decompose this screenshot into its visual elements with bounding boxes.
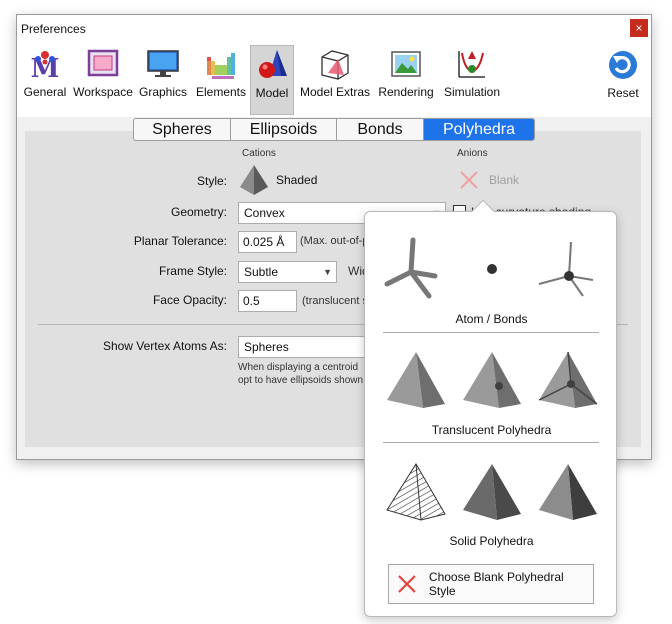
general-icon: M [31,51,59,81]
tool-rendering[interactable]: Rendering [376,45,436,115]
group-translucent-label: Translucent Polyhedra [431,423,552,437]
red-x-icon [398,575,416,593]
tool-graphics[interactable]: Graphics [138,45,188,115]
reset-label: Reset [607,86,639,100]
tool-workspace-label: Workspace [73,85,133,99]
tool-model-label: Model [255,86,289,100]
close-button[interactable]: × [630,19,648,37]
anion-style-picker[interactable]: Blank [457,168,519,192]
tool-simulation[interactable]: Simulation [440,45,504,115]
tool-model-extras-label: Model Extras [299,85,371,99]
tab-polyhedra[interactable]: Polyhedra [424,119,534,140]
model-tabs: Spheres Ellipsoids Bonds Polyhedra [133,118,535,141]
rendering-icon [391,51,421,77]
reset-button[interactable]: Reset [603,46,643,116]
cations-header: Cations [242,148,276,159]
frame-style-value: Subtle [244,265,279,279]
translucent-empty-option[interactable] [383,348,449,412]
vertex-note-line2: opt to have ellipsoids shown [238,375,364,386]
frame-style-label: Frame Style: [158,264,227,278]
style-chooser-popover: Atom / Bonds Translucent Polyhedra Solid… [364,199,617,617]
vertex-atoms-select[interactable]: Spheres [238,336,368,358]
tool-general-label: General [23,85,67,99]
tool-model-extras[interactable]: Model Extras [299,45,371,115]
anions-header: Anions [457,148,488,159]
graphics-icon [147,50,179,77]
translucent-center-option[interactable] [459,348,525,412]
simulation-icon [458,51,485,78]
elements-icon [207,53,235,79]
ball-stick-option[interactable] [535,238,597,300]
tab-spheres[interactable]: Spheres [134,119,231,140]
tool-simulation-label: Simulation [443,85,501,99]
model-icon [259,50,287,78]
geometry-value: Convex [244,206,285,220]
planar-tolerance-label: Planar Tolerance: [133,234,227,248]
planar-tolerance-input[interactable]: 0.025 Å [238,231,297,253]
blank-x-icon [460,171,478,189]
choose-blank-style-button[interactable]: Choose Blank Polyhedral Style [388,564,594,604]
translucent-bonds-option[interactable] [535,348,601,412]
shaded-polyhedron-icon [240,165,268,195]
face-opacity-label: Face Opacity: [152,293,227,307]
tool-rendering-label: Rendering [378,85,434,99]
window-title: Preferences [21,22,86,36]
group-atom-bonds-label: Atom / Bonds [455,312,528,326]
solid-hatched-option[interactable] [383,460,449,524]
tool-graphics-label: Graphics [138,85,188,99]
atom-bonds-option[interactable] [383,236,443,302]
cation-style-picker[interactable]: Shaded [237,163,317,197]
tool-model[interactable]: Model [250,45,294,115]
tool-elements[interactable]: Elements [193,45,249,115]
solid-shaded-option[interactable] [535,460,601,524]
style-label: Style: [196,174,227,188]
vertex-atoms-label: Show Vertex Atoms As: [102,339,227,353]
workspace-icon [87,49,119,77]
reset-icon [609,51,637,79]
group-solid-label: Solid Polyhedra [449,534,534,548]
popover-divider [383,332,599,333]
choose-blank-style-label: Choose Blank Polyhedral Style [428,570,564,598]
planar-tolerance-hint: (Max. out-of-pl [300,235,371,247]
tab-ellipsoids[interactable]: Ellipsoids [231,119,337,140]
atom-only-option[interactable] [481,258,503,280]
tool-elements-label: Elements [195,85,247,99]
chevron-down-icon: ▼ [323,267,332,277]
anion-style-value: Blank [489,173,520,187]
vertex-atoms-value: Spheres [244,340,289,354]
model-extras-icon [321,50,349,80]
title-bar: Preferences [17,15,651,43]
geometry-label: Geometry: [170,205,227,219]
face-opacity-hint: (translucent st [302,295,372,307]
cation-style-value: Shaded [276,173,318,187]
tool-workspace[interactable]: Workspace [72,45,134,115]
solid-dark-option[interactable] [459,460,525,524]
tool-general[interactable]: M General [21,45,69,115]
tab-bonds[interactable]: Bonds [337,119,424,140]
face-opacity-input[interactable]: 0.5 [238,290,297,312]
popover-divider [383,442,599,443]
frame-style-select[interactable]: Subtle ▼ [238,261,337,283]
preferences-toolbar: M General Workspace Graphics Elements Mo… [17,43,651,117]
vertex-note-line1: When displaying a centroid [238,362,359,373]
